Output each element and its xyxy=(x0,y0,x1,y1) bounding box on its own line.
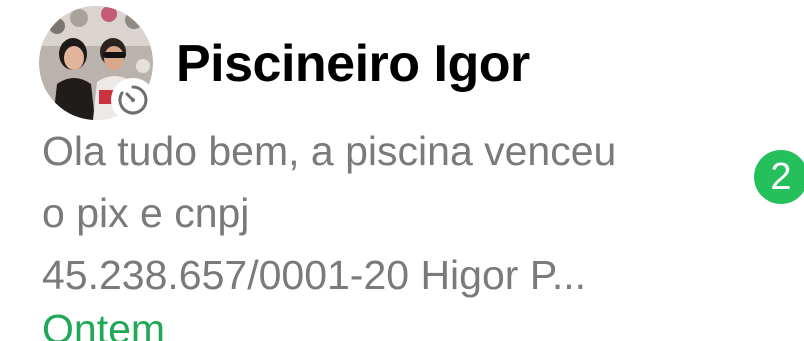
unread-count-badge: 2 xyxy=(754,150,804,204)
preview-line: 45.238.657/0001-20 Higor P... xyxy=(42,252,587,298)
message-preview: Ola tudo bem, a piscina venceu o pix e c… xyxy=(42,120,742,306)
contact-name: Piscineiro Igor xyxy=(176,35,530,93)
avatar[interactable] xyxy=(39,6,155,122)
chat-list-item[interactable]: Piscineiro Igor Ola tudo bem, a piscina … xyxy=(0,0,804,341)
preview-line: o pix e cnpj xyxy=(42,190,250,236)
timestamp: Ontem xyxy=(42,306,166,341)
preview-line: Ola tudo bem, a piscina venceu xyxy=(42,128,617,174)
timer-icon xyxy=(111,78,155,122)
